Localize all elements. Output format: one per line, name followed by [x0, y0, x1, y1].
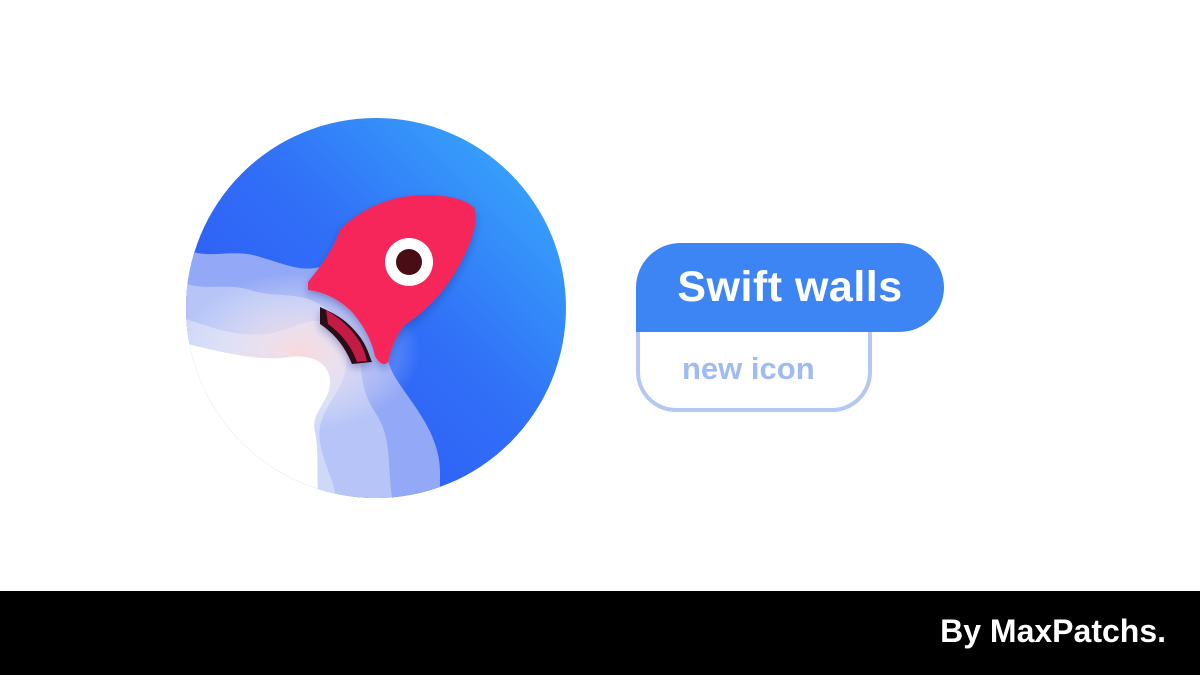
artwork-canvas: Swift walls new icon By MaxPatchs. — [0, 0, 1200, 675]
subtitle-badge: new icon — [636, 322, 872, 412]
smoke-white — [186, 342, 330, 498]
app-title: Swift walls — [677, 263, 903, 311]
app-subtitle: new icon — [682, 351, 815, 386]
rocket-app-icon — [180, 112, 580, 512]
title-badge: Swift walls — [636, 243, 944, 332]
author-credit: By MaxPatchs. — [940, 613, 1166, 649]
footer-bar: By MaxPatchs. — [0, 591, 1200, 675]
